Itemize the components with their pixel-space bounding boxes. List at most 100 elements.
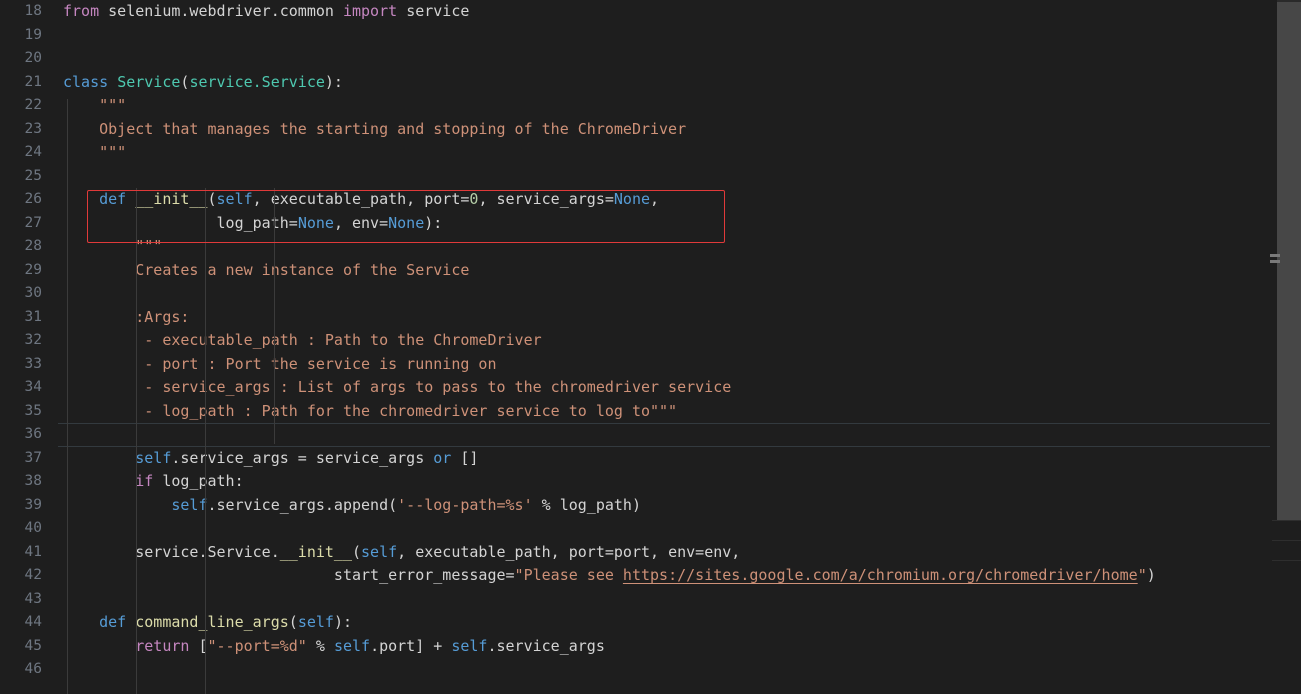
line-number: 27: [24, 214, 42, 231]
code-line[interactable]: service.Service.__init__(self, executabl…: [58, 541, 1270, 565]
code-token: (: [288, 613, 298, 631]
line-number: 20: [24, 50, 42, 66]
line-number: 44: [24, 614, 42, 630]
code-token: ): [1146, 566, 1156, 584]
code-line[interactable]: [58, 24, 1270, 48]
code-token: service.Service: [189, 72, 325, 91]
code-token: []: [451, 448, 479, 467]
code-line[interactable]: class Service(service.Service):: [58, 71, 1270, 95]
code-token: log_path=: [63, 213, 298, 232]
code-line[interactable]: - service_args : List of args to pass to…: [58, 376, 1270, 400]
line-number: 19: [24, 26, 42, 43]
line-number: 25: [24, 167, 42, 184]
code-token: ": [1137, 566, 1147, 584]
url-link[interactable]: https://sites.google.com/a/chromium.org/…: [623, 566, 1138, 584]
line-number: 26: [24, 191, 42, 207]
code-line[interactable]: if log_path:: [58, 470, 1270, 494]
code-line[interactable]: log_path=None, env=None):: [58, 212, 1270, 236]
code-editor-window: 18 19 20 21 22 23 24 25 26 27 28 29 30 31 32 33 34 35 36 37…: [0, 0, 1301, 694]
code-line[interactable]: :Args:: [58, 306, 1270, 330]
code-line[interactable]: - port : Port the service is running on: [58, 353, 1270, 377]
line-number: 43: [24, 590, 42, 607]
code-token: .service_args: [487, 636, 605, 655]
code-token: start_error_message=: [63, 566, 515, 584]
code-editor-viewport[interactable]: from selenium.webdriver.common import se…: [58, 0, 1270, 694]
code-token: % log_path): [532, 495, 641, 514]
code-token: Creates a new instance of the Service: [63, 260, 470, 279]
code-token: return: [135, 636, 190, 655]
code-token: , service_args=: [478, 190, 614, 208]
code-line[interactable]: self.service_args = service_args or []: [58, 447, 1270, 471]
code-line[interactable]: start_error_message="Please see https://…: [58, 564, 1270, 588]
code-line[interactable]: def __init__(self, executable_path, port…: [58, 188, 1270, 212]
line-number: 32: [24, 332, 42, 348]
code-token: import: [342, 2, 398, 20]
scrollbar-streak: [1272, 540, 1301, 541]
line-number: 35: [24, 402, 42, 419]
code-token: None: [297, 213, 334, 232]
code-token: """: [63, 143, 127, 161]
code-line[interactable]: [58, 423, 1270, 447]
code-token: or: [433, 448, 452, 467]
code-line[interactable]: [58, 282, 1270, 306]
line-number: 36: [24, 426, 42, 442]
code-line[interactable]: Creates a new instance of the Service: [58, 259, 1270, 283]
code-token: .service_args.append(: [207, 495, 398, 514]
code-token: ):: [324, 72, 343, 91]
code-token: [: [189, 636, 208, 655]
code-line[interactable]: [58, 517, 1270, 541]
code-line[interactable]: """: [58, 141, 1270, 165]
code-lines[interactable]: from selenium.webdriver.common import se…: [58, 0, 1270, 682]
code-token: '--log-path=%s': [397, 495, 533, 514]
line-number: 34: [24, 379, 42, 395]
code-token: , executable_path, port=: [252, 190, 470, 208]
code-line[interactable]: return ["--port=%d" % self.port] + self.…: [58, 635, 1270, 659]
code-token: %: [306, 636, 334, 655]
code-line[interactable]: """: [58, 94, 1270, 118]
code-line[interactable]: [58, 165, 1270, 189]
code-token: __init__: [135, 190, 208, 208]
code-token: - log_path : Path for the chromedriver s…: [63, 401, 678, 420]
code-line[interactable]: """: [58, 235, 1270, 259]
code-token: __init__: [279, 542, 352, 561]
code-line[interactable]: from selenium.webdriver.common import se…: [58, 0, 1270, 24]
scrollbar-streak: [1272, 560, 1301, 561]
code-token: log_path:: [153, 472, 244, 490]
line-number: 24: [24, 144, 42, 160]
line-number: 46: [24, 661, 42, 677]
code-line[interactable]: [58, 658, 1270, 682]
line-number: 45: [24, 637, 42, 654]
code-token: Service: [117, 72, 181, 91]
code-token: (: [207, 190, 217, 208]
code-line[interactable]: [58, 47, 1270, 71]
code-line[interactable]: Object that manages the starting and sto…: [58, 118, 1270, 142]
code-token: Object that manages the starting and sto…: [63, 119, 687, 138]
line-number: 21: [24, 73, 42, 90]
code-line[interactable]: def command_line_args(self):: [58, 611, 1270, 635]
code-line[interactable]: - executable_path : Path to the ChromeDr…: [58, 329, 1270, 353]
code-token: self: [135, 448, 172, 467]
code-line[interactable]: self.service_args.append('--log-path=%s'…: [58, 494, 1270, 518]
line-number: 23: [24, 120, 42, 137]
vertical-scrollbar[interactable]: [1270, 0, 1301, 694]
code-line[interactable]: - log_path : Path for the chromedriver s…: [58, 400, 1270, 424]
scrollbar-thumb[interactable]: [1277, 2, 1301, 520]
code-token: , executable_path, port=port, env=env,: [397, 542, 741, 561]
code-line[interactable]: [58, 588, 1270, 612]
line-number: 38: [24, 473, 42, 489]
line-number: 30: [24, 285, 42, 301]
scrollbar-streak: [1272, 520, 1301, 521]
line-number-gutter: 18 19 20 21 22 23 24 25 26 27 28 29 30 31 32 33 34 35 36 37…: [0, 0, 58, 694]
line-number: 31: [24, 308, 42, 325]
line-number: 18: [24, 3, 42, 19]
